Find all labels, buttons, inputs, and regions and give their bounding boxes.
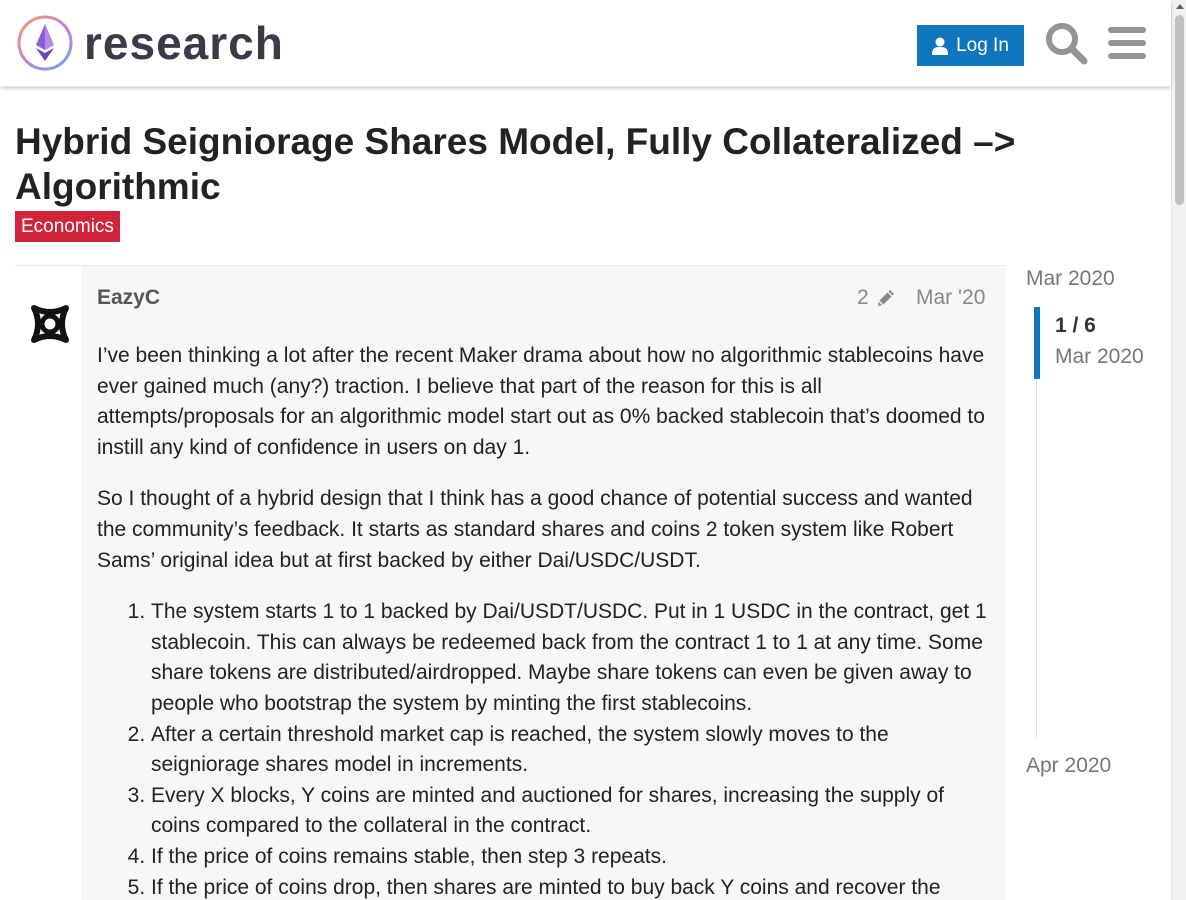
scroll-up-arrow-icon[interactable] bbox=[1176, 4, 1184, 9]
timeline-end-date[interactable]: Apr 2020 bbox=[1026, 754, 1111, 778]
category-badge[interactable]: Economics bbox=[15, 211, 120, 242]
post-paragraph: So I thought of a hybrid design that I t… bbox=[97, 487, 973, 572]
edit-history[interactable]: 2 bbox=[857, 286, 897, 310]
list-item: The system starts 1 to 1 backed by Dai/U… bbox=[151, 597, 987, 719]
list-item: If the price of coins drop, then shares … bbox=[151, 873, 987, 900]
scrollbar-thumb[interactable] bbox=[1175, 15, 1184, 205]
ethereum-logo-icon bbox=[17, 15, 73, 71]
login-label: Log In bbox=[956, 34, 1009, 56]
site-logo[interactable]: research bbox=[16, 14, 284, 72]
search-icon[interactable] bbox=[1043, 20, 1089, 66]
hamburger-menu-icon[interactable] bbox=[1104, 20, 1150, 66]
edit-count: 2 bbox=[857, 286, 869, 309]
user-icon bbox=[932, 37, 949, 55]
avatar[interactable] bbox=[24, 298, 76, 350]
post-paragraph: I’ve been thinking a lot after the recen… bbox=[97, 344, 985, 459]
site-header: research Log In bbox=[0, 0, 1171, 87]
post-content: I’ve been thinking a lot after the recen… bbox=[97, 341, 987, 900]
timeline-position-date: Mar 2020 bbox=[1055, 345, 1144, 368]
list-item: Every X blocks, Y coins are minted and a… bbox=[151, 781, 987, 842]
list-item: If the price of coins remains stable, th… bbox=[151, 842, 987, 873]
list-item: After a certain threshold market cap is … bbox=[151, 720, 987, 781]
page-scrollbar[interactable] bbox=[1171, 0, 1186, 900]
timeline-scroller-handle[interactable] bbox=[1034, 307, 1040, 379]
pencil-icon bbox=[877, 290, 894, 306]
timeline-start-date[interactable]: Mar 2020 bbox=[1026, 267, 1115, 291]
post-ordered-list: The system starts 1 to 1 backed by Dai/U… bbox=[97, 597, 987, 900]
login-button[interactable]: Log In bbox=[917, 25, 1024, 66]
post-username[interactable]: EazyC bbox=[97, 286, 160, 310]
timeline-position: 1 / 6 bbox=[1055, 314, 1096, 337]
site-name: research bbox=[84, 17, 284, 69]
topic-title[interactable]: Hybrid Seigniorage Shares Model, Fully C… bbox=[15, 119, 1045, 209]
post-date[interactable]: Mar '20 bbox=[916, 286, 985, 310]
